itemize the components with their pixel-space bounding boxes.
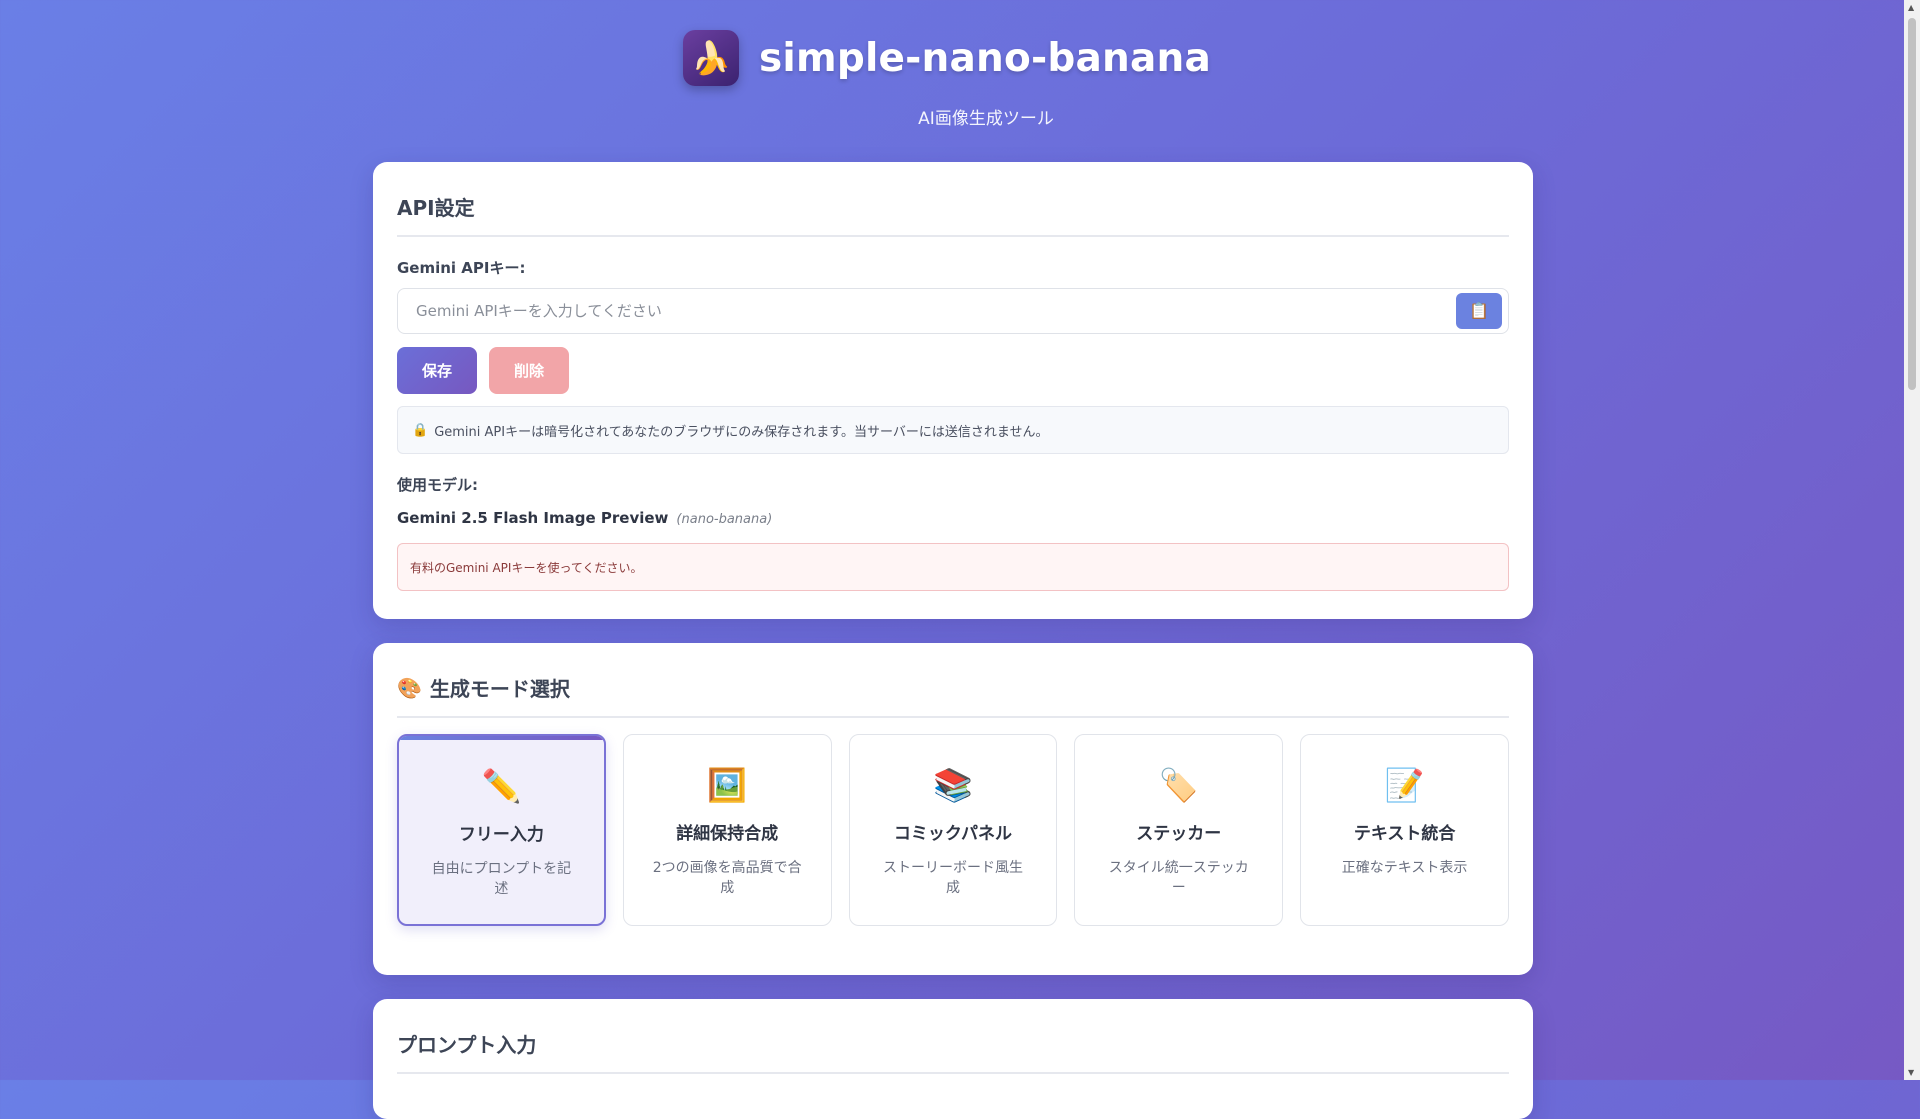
prompt-input-title: プロンプト入力 xyxy=(397,999,1509,1074)
books-icon: 📚 xyxy=(933,766,973,804)
mode-card-text-integration[interactable]: 📝 テキスト統合 正確なテキスト表示 xyxy=(1300,734,1509,926)
api-key-label: Gemini APIキー: xyxy=(397,259,526,277)
mode-selection-title: 生成モード選択 xyxy=(429,677,570,701)
security-notice-text: Gemini APIキーは暗号化されてあなたのブラウザにのみ保存されます。当サー… xyxy=(434,424,1049,440)
clipboard-icon: 📋 xyxy=(1469,303,1489,320)
app-title: simple-nano-banana xyxy=(759,35,1211,81)
mode-selection-heading: 🎨 生成モード選択 xyxy=(397,643,1509,718)
tag-icon: 🏷️ xyxy=(1158,766,1199,804)
mode-card-comic-panel[interactable]: 📚 コミックパネル ストーリーボード風生成 xyxy=(848,734,1058,926)
mode-selection-card: 🎨 生成モード選択 ✏️ フリー入力 自由にプロンプトを記述 🖼️ 詳細保持合成… xyxy=(373,643,1533,975)
scroll-down-icon[interactable]: ▼ xyxy=(1908,1068,1914,1077)
mode-desc: 自由にプロンプトを記述 xyxy=(431,861,572,897)
mode-grid: ✏️ フリー入力 自由にプロンプトを記述 🖼️ 詳細保持合成 2つの画像を高品質… xyxy=(397,734,1509,926)
api-key-field-wrapper: 📋 xyxy=(397,288,1509,334)
mode-card-free-input[interactable]: ✏️ フリー入力 自由にプロンプトを記述 xyxy=(397,734,606,926)
scroll-thumb[interactable] xyxy=(1908,18,1916,390)
mode-name: 詳細保持合成 xyxy=(676,824,779,844)
lock-icon: 🔒 xyxy=(412,422,429,438)
app-subtitle: AI画像生成ツール xyxy=(918,109,1054,129)
picture-icon: 🖼️ xyxy=(707,766,748,804)
mode-desc: 正確なテキスト表示 xyxy=(1341,860,1468,876)
security-notice: 🔒 Gemini APIキーは暗号化されてあなたのブラウザにのみ保存されます。当… xyxy=(397,406,1509,454)
mode-desc: スタイル統一ステッカー xyxy=(1108,860,1249,896)
api-key-actions: 保存 削除 xyxy=(397,347,1509,394)
api-settings-card: API設定 Gemini APIキー: 📋 保存 削除 🔒 Gemini API… xyxy=(373,162,1533,619)
paid-key-warning: 有料のGemini APIキーを使ってください。 xyxy=(397,543,1509,591)
mode-name: テキスト統合 xyxy=(1353,824,1456,844)
model-alias: (nano-banana) xyxy=(676,512,773,527)
document-icon: 📝 xyxy=(1384,766,1425,804)
api-settings-title: API設定 xyxy=(397,162,1509,237)
mode-name: ステッカー xyxy=(1136,824,1222,844)
mode-name: フリー入力 xyxy=(458,825,544,845)
model-info: Gemini 2.5 Flash Image Preview (nano-ban… xyxy=(397,509,1509,527)
prompt-input-card: プロンプト入力 xyxy=(373,999,1533,1119)
app-header: 🍌 simple-nano-banana AI画像生成ツール xyxy=(0,30,1904,129)
scroll-up-icon[interactable]: ▲ xyxy=(1908,3,1914,12)
mode-name: コミックパネル xyxy=(893,824,1013,844)
mode-desc: 2つの画像を高品質で合成 xyxy=(652,860,802,896)
model-name: Gemini 2.5 Flash Image Preview xyxy=(397,509,669,527)
title-row: 🍌 simple-nano-banana xyxy=(0,30,1904,86)
mode-desc: ストーリーボード風生成 xyxy=(882,860,1023,896)
page-scrollbar[interactable]: ▲ ▼ xyxy=(1904,0,1920,1080)
palette-icon: 🎨 xyxy=(397,675,422,700)
api-key-input[interactable] xyxy=(414,301,1456,321)
pencil-icon: ✏️ xyxy=(481,767,522,805)
mode-card-detail-composite[interactable]: 🖼️ 詳細保持合成 2つの画像を高品質で合成 xyxy=(622,734,832,926)
delete-button[interactable]: 削除 xyxy=(489,347,569,394)
banana-icon: 🍌 xyxy=(683,30,740,86)
save-button[interactable]: 保存 xyxy=(397,347,477,394)
mode-card-sticker[interactable]: 🏷️ ステッカー スタイル統一ステッカー xyxy=(1074,734,1284,926)
paste-button[interactable]: 📋 xyxy=(1456,293,1502,329)
page: 🍌 simple-nano-banana AI画像生成ツール API設定 Gem… xyxy=(0,0,1904,1119)
model-label: 使用モデル: xyxy=(397,476,478,494)
